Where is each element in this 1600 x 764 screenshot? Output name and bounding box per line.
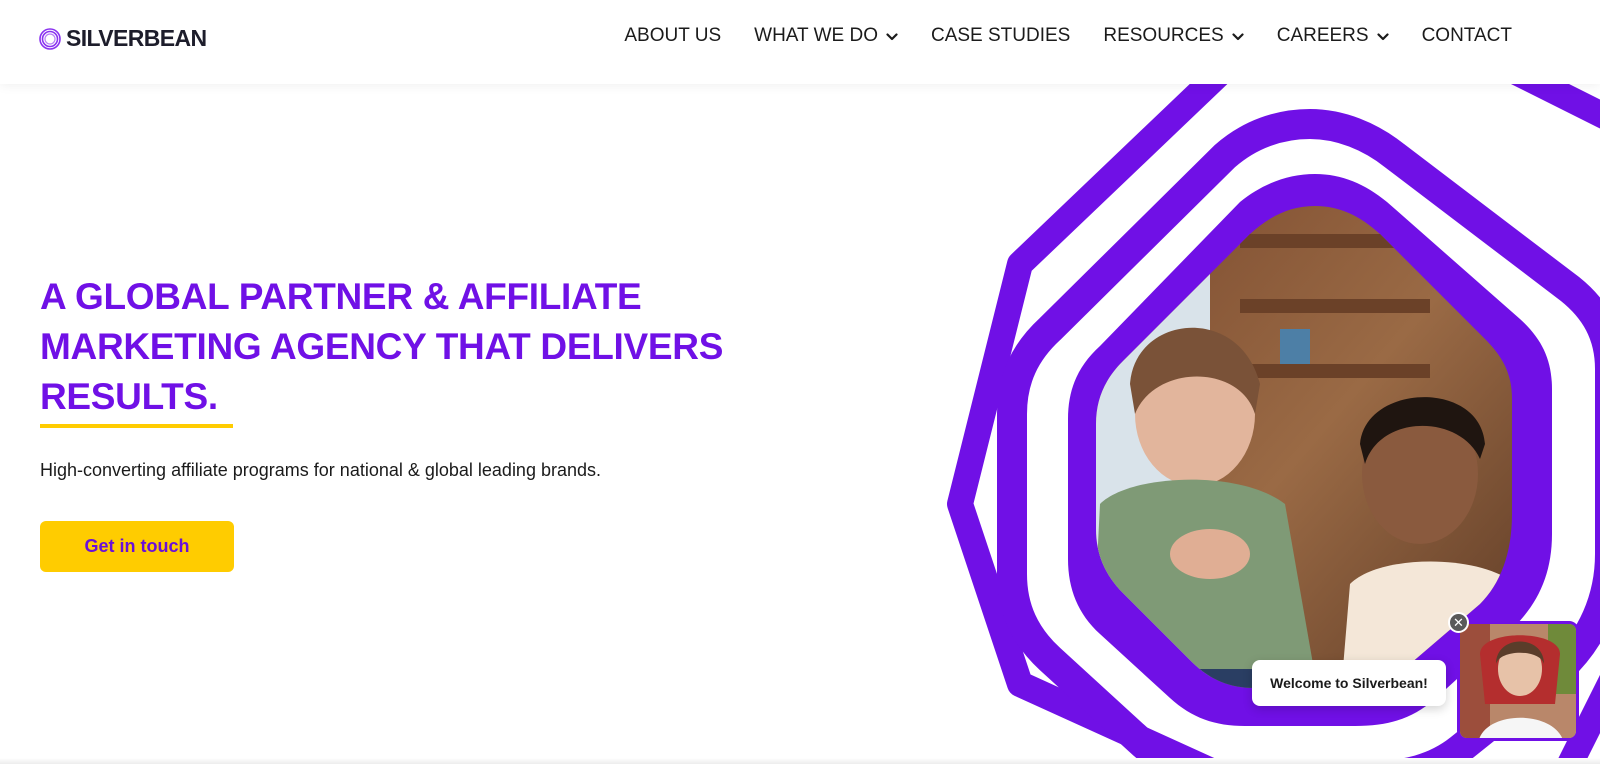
chat-video-avatar[interactable] [1457, 621, 1579, 741]
nav-item-about-us[interactable]: ABOUT US [624, 25, 721, 47]
hero-title: A GLOBAL PARTNER & AFFILIATE MARKETING A… [40, 272, 800, 422]
site-header: SILVERBEAN ABOUT US WHAT WE DO CASE STUD… [0, 0, 1600, 84]
presenter-avatar [1460, 624, 1576, 738]
nav-item-resources[interactable]: RESOURCES [1103, 25, 1244, 47]
nav-label: RESOURCES [1103, 25, 1224, 46]
hero-title-line: A GLOBAL PARTNER & AFFILIATE [40, 276, 642, 317]
title-underline [40, 424, 233, 428]
get-in-touch-button[interactable]: Get in touch [40, 521, 234, 572]
section-divider [0, 758, 1600, 764]
hero-title-line: RESULTS. [40, 376, 218, 417]
chevron-down-icon [886, 32, 898, 40]
hero-title-line: MARKETING AGENCY THAT DELIVERS [40, 326, 724, 367]
close-icon: ✕ [1453, 615, 1464, 630]
chat-greeting-bubble[interactable]: Welcome to Silverbean! [1252, 660, 1446, 706]
logo-text: SILVERBEAN [66, 25, 207, 51]
nav-item-careers[interactable]: CAREERS [1277, 25, 1389, 47]
nav-label: ABOUT US [624, 25, 722, 46]
logo-ring-icon [39, 27, 61, 50]
nav-label: CAREERS [1276, 25, 1369, 46]
nav-label: WHAT WE DO [754, 25, 878, 46]
nav-label: CASE STUDIES [930, 25, 1071, 46]
nav-item-case-studies[interactable]: CASE STUDIES [931, 25, 1070, 47]
chevron-down-icon [1376, 32, 1389, 40]
main-nav: ABOUT US WHAT WE DO CASE STUDIES RESOURC… [624, 25, 1512, 47]
nav-item-what-we-do[interactable]: WHAT WE DO [754, 25, 898, 47]
silverbean-logo[interactable]: SILVERBEAN [38, 25, 207, 52]
hero-subtitle: High-converting affiliate programs for n… [40, 460, 601, 480]
chevron-down-icon [1232, 32, 1244, 40]
chat-close-button[interactable]: ✕ [1448, 612, 1469, 633]
nav-item-contact[interactable]: CONTACT [1422, 25, 1512, 47]
nav-label: CONTACT [1421, 25, 1512, 46]
